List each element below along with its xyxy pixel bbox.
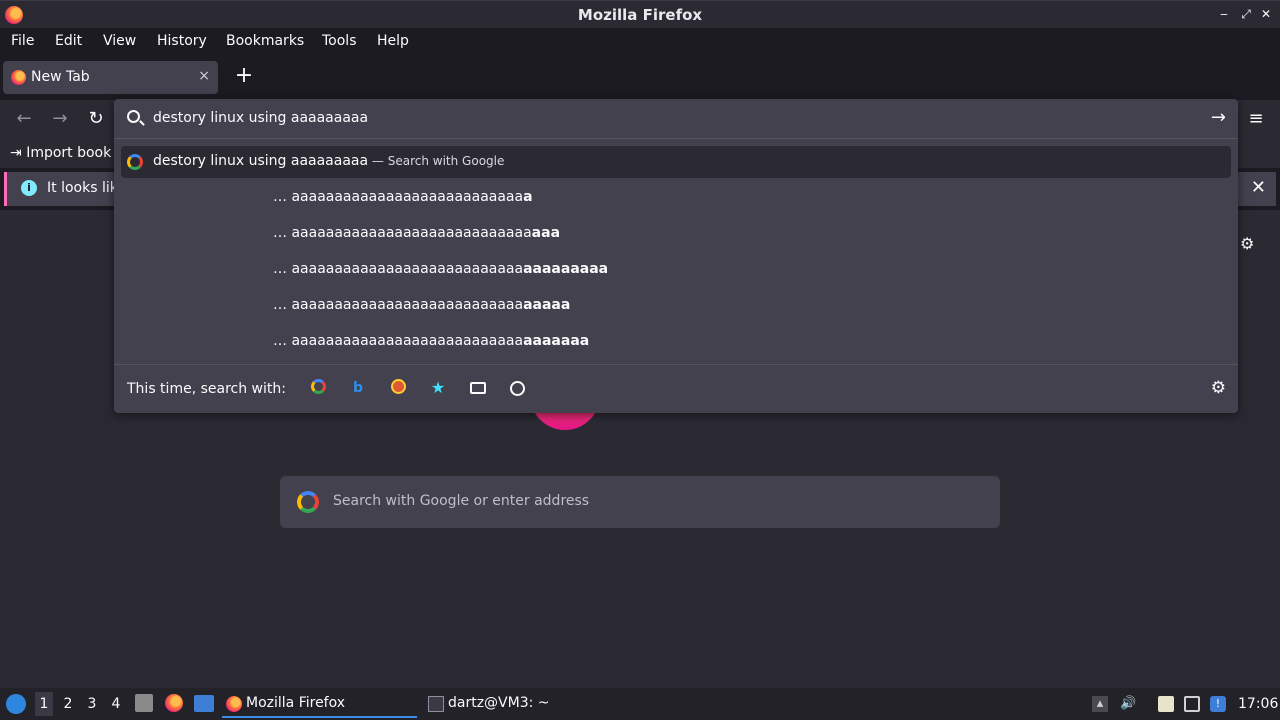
menu-view[interactable]: View [103, 33, 136, 49]
urlbar-text[interactable]: destory linux using aaaaaaaaa [153, 110, 368, 126]
reload-button[interactable]: ↻ [84, 108, 108, 129]
clock[interactable]: 17:06 [1238, 696, 1278, 712]
suggestion-tail-4[interactable]: … aaaaaaaaaaaaaaaaaaaaaaaaaaaaaaaa [121, 290, 1231, 322]
start-menu-icon[interactable] [6, 694, 26, 714]
system-taskbar: 1 2 3 4 Mozilla Firefox dartz@VM3: ~ ▴ 🔊… [0, 688, 1280, 720]
menu-tools[interactable]: Tools [322, 33, 357, 49]
desktop-icon[interactable] [194, 695, 214, 712]
menu-edit[interactable]: Edit [55, 33, 82, 49]
urlbar-input[interactable]: destory linux using aaaaaaaaa → [114, 99, 1238, 139]
google-icon [127, 154, 143, 170]
menu-bookmarks[interactable]: Bookmarks [226, 33, 304, 49]
notification-icon[interactable]: ! [1210, 696, 1226, 712]
minimize-button[interactable]: ‒ [1216, 7, 1232, 21]
window-titlebar: Mozilla Firefox ‒ ⤢ ✕ [0, 0, 1280, 28]
suggestion-search-google[interactable]: destory linux using aaaaaaaaa — Search w… [121, 146, 1231, 178]
bing-icon[interactable]: b [349, 379, 367, 397]
import-icon: ⇥ [10, 145, 22, 161]
one-off-search-bar: This time, search with: b ★ ⚙ [114, 364, 1238, 413]
firefox-launcher-icon[interactable] [165, 694, 183, 712]
google-icon[interactable] [309, 379, 327, 397]
workspace-1[interactable]: 1 [35, 692, 53, 716]
suggestion-bold: aaa [531, 225, 561, 241]
tab-new-tab[interactable]: New Tab × [3, 61, 218, 94]
google-icon [297, 491, 319, 513]
close-tab-icon[interactable]: × [198, 68, 210, 84]
maximize-button[interactable]: ⤢ [1238, 7, 1254, 22]
suggestion-action: Search with Google [387, 154, 505, 168]
tray-arrow-icon[interactable]: ▴ [1092, 696, 1108, 712]
suggestion-bold: aaaaaaa [523, 333, 590, 349]
window-title: Mozilla Firefox [577, 6, 703, 24]
menu-history[interactable]: History [157, 33, 207, 49]
page-settings-icon[interactable]: ⚙ [1240, 234, 1254, 253]
suggestion-prefix: … aaaaaaaaaaaaaaaaaaaaaaaaaaa [273, 297, 524, 313]
suggestion-prefix: … aaaaaaaaaaaaaaaaaaaaaaaaaaaa [273, 225, 532, 241]
suggestion-tail-3[interactable]: … aaaaaaaaaaaaaaaaaaaaaaaaaaaaaaaaaaaa [121, 254, 1231, 286]
menu-help[interactable]: Help [377, 33, 409, 49]
tab-label: New Tab [31, 69, 90, 85]
workspace-3[interactable]: 3 [83, 696, 101, 712]
firefox-tab-icon [11, 70, 26, 85]
suggestion-prefix: … aaaaaaaaaaaaaaaaaaaaaaaaaaa [273, 333, 524, 349]
notification-text: It looks lik [47, 180, 118, 196]
menu-file[interactable]: File [11, 33, 34, 49]
suggestion-bold: aaaaa [523, 297, 571, 313]
taskbar-app-firefox[interactable]: Mozilla Firefox [222, 690, 417, 718]
workspace-2[interactable]: 2 [59, 696, 77, 712]
suggestion-tail-1[interactable]: … aaaaaaaaaaaaaaaaaaaaaaaaaaaa [121, 182, 1231, 214]
suggestion-tail-2[interactable]: … aaaaaaaaaaaaaaaaaaaaaaaaaaaaaaa [121, 218, 1231, 250]
urlbar-popup: destory linux using aaaaaaaaa → destory … [114, 99, 1238, 413]
forward-button[interactable]: → [48, 108, 72, 129]
suggestion-tail-5[interactable]: … aaaaaaaaaaaaaaaaaaaaaaaaaaaaaaaaaa [121, 326, 1231, 358]
import-bookmarks-button[interactable]: ⇥ Import book [10, 145, 111, 161]
app-menu-button[interactable]: ≡ [1244, 108, 1268, 129]
taskbar-app-label: dartz@VM3: ~ [448, 695, 550, 711]
duckduckgo-icon[interactable] [389, 379, 407, 397]
tab-bar: New Tab × + [0, 56, 1280, 100]
suggestion-prefix: … aaaaaaaaaaaaaaaaaaaaaaaaaaa [273, 189, 524, 205]
page-search-box[interactable]: Search with Google or enter address [280, 476, 1000, 528]
suggestion-text: destory linux using aaaaaaaaa [153, 153, 369, 169]
terminal-icon [428, 696, 444, 712]
history-clock-icon[interactable] [508, 379, 526, 397]
workspace-4[interactable]: 4 [107, 696, 125, 712]
page-search-placeholder: Search with Google or enter address [333, 493, 590, 509]
suggestion-separator: — [368, 154, 388, 168]
menu-bar: File Edit View History Bookmarks Tools H… [0, 28, 1280, 56]
search-icon [127, 110, 140, 123]
import-bookmarks-label: Import book [26, 145, 112, 161]
close-notification-button[interactable]: ✕ [1251, 177, 1266, 198]
volume-icon[interactable]: 🔊 [1120, 696, 1136, 712]
suggestion-bold: aaaaaaaaa [523, 261, 609, 277]
info-icon: i [21, 180, 37, 196]
taskbar-app-label: Mozilla Firefox [246, 695, 346, 711]
tabs-icon[interactable] [469, 379, 487, 397]
back-button[interactable]: ← [12, 108, 36, 129]
close-window-button[interactable]: ✕ [1258, 7, 1274, 21]
one-off-label: This time, search with: [127, 381, 286, 397]
network-icon[interactable] [1184, 696, 1200, 712]
taskbar-app-terminal[interactable]: dartz@VM3: ~ [424, 690, 604, 718]
clipboard-icon[interactable] [1158, 696, 1174, 712]
file-manager-icon[interactable] [135, 694, 153, 712]
search-settings-icon[interactable]: ⚙ [1211, 378, 1226, 398]
bookmarks-star-icon[interactable]: ★ [429, 379, 447, 397]
suggestion-bold: a [523, 189, 533, 205]
go-arrow-icon[interactable]: → [1211, 107, 1226, 128]
suggestion-prefix: … aaaaaaaaaaaaaaaaaaaaaaaaaaa [273, 261, 524, 277]
new-tab-button[interactable]: + [234, 65, 254, 87]
firefox-app-icon [226, 696, 242, 712]
